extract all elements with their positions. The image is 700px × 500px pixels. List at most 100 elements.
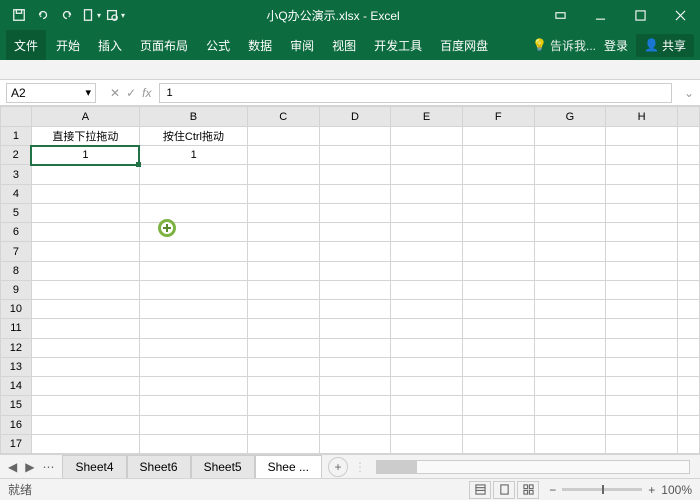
cell[interactable]	[247, 242, 319, 261]
cell[interactable]	[606, 357, 678, 376]
cell[interactable]	[31, 165, 139, 184]
cell[interactable]	[139, 338, 247, 357]
cell[interactable]	[139, 184, 247, 203]
cell[interactable]	[31, 261, 139, 280]
cell[interactable]	[139, 261, 247, 280]
cell[interactable]	[534, 377, 606, 396]
cell[interactable]	[462, 146, 534, 165]
cell[interactable]	[606, 377, 678, 396]
cell[interactable]	[534, 146, 606, 165]
cell[interactable]	[139, 434, 247, 453]
cell[interactable]	[139, 300, 247, 319]
select-all-corner[interactable]	[1, 107, 32, 127]
cell[interactable]	[391, 319, 463, 338]
view-normal-icon[interactable]	[469, 481, 491, 499]
cell[interactable]	[247, 338, 319, 357]
cell[interactable]	[247, 203, 319, 222]
cell[interactable]	[462, 319, 534, 338]
cell[interactable]	[31, 319, 139, 338]
cell[interactable]	[462, 242, 534, 261]
close-icon[interactable]	[660, 0, 700, 30]
cell[interactable]	[319, 300, 391, 319]
cell[interactable]	[247, 319, 319, 338]
cell[interactable]	[606, 261, 678, 280]
tab-home[interactable]: 开始	[48, 30, 88, 60]
cell[interactable]	[462, 357, 534, 376]
cell[interactable]	[247, 434, 319, 453]
row-header[interactable]: 11	[1, 319, 32, 338]
cell[interactable]	[391, 184, 463, 203]
cell[interactable]	[247, 415, 319, 434]
cell[interactable]	[534, 300, 606, 319]
cancel-formula-icon[interactable]: ✕	[110, 86, 120, 100]
cell[interactable]	[391, 203, 463, 222]
sheet-tab[interactable]: Sheet6	[127, 455, 191, 478]
cell[interactable]	[319, 357, 391, 376]
tab-formulas[interactable]: 公式	[198, 30, 238, 60]
cell[interactable]	[319, 127, 391, 146]
sheet-tab[interactable]: Sheet5	[191, 455, 255, 478]
column-header[interactable]: E	[391, 107, 463, 127]
row-header[interactable]: 10	[1, 300, 32, 319]
cell[interactable]	[391, 357, 463, 376]
cell[interactable]	[391, 415, 463, 434]
tab-developer[interactable]: 开发工具	[366, 30, 430, 60]
row-header[interactable]: 9	[1, 280, 32, 299]
fx-icon[interactable]: fx	[142, 86, 151, 100]
cell[interactable]	[139, 280, 247, 299]
cell[interactable]	[462, 377, 534, 396]
cell[interactable]	[462, 127, 534, 146]
cell[interactable]	[391, 280, 463, 299]
row-header[interactable]: 4	[1, 184, 32, 203]
cell[interactable]	[139, 415, 247, 434]
cell[interactable]	[31, 223, 139, 242]
row-header[interactable]: 5	[1, 203, 32, 222]
sheet-nav-next-icon[interactable]: ▶	[25, 460, 34, 474]
cell[interactable]	[391, 338, 463, 357]
cell[interactable]	[319, 261, 391, 280]
cell[interactable]: 直接下拉拖动	[31, 127, 139, 146]
tab-baidu[interactable]: 百度网盘	[432, 30, 496, 60]
cell[interactable]	[247, 300, 319, 319]
cell[interactable]	[606, 434, 678, 453]
tab-data[interactable]: 数据	[240, 30, 280, 60]
spreadsheet-grid[interactable]: ABCDEFGH1直接下拉拖动按住Ctrl拖动21134567891011121…	[0, 106, 700, 454]
zoom-level[interactable]: 100%	[661, 483, 692, 497]
name-box[interactable]: A2▾	[6, 83, 96, 103]
cell[interactable]	[319, 434, 391, 453]
cell[interactable]	[606, 146, 678, 165]
cell[interactable]	[247, 377, 319, 396]
cell[interactable]	[391, 300, 463, 319]
cell[interactable]	[462, 184, 534, 203]
cell[interactable]	[462, 223, 534, 242]
cell[interactable]	[319, 396, 391, 415]
cell[interactable]	[391, 146, 463, 165]
tab-view[interactable]: 视图	[324, 30, 364, 60]
cell[interactable]	[462, 415, 534, 434]
cell[interactable]	[534, 223, 606, 242]
cell[interactable]	[319, 338, 391, 357]
column-header[interactable]: G	[534, 107, 606, 127]
cell[interactable]	[139, 396, 247, 415]
sheet-tab[interactable]: Sheet4	[62, 455, 126, 478]
cell[interactable]	[391, 223, 463, 242]
tab-layout[interactable]: 页面布局	[132, 30, 196, 60]
cell[interactable]	[606, 338, 678, 357]
sheet-nav-prev-icon[interactable]: ◀	[8, 460, 17, 474]
zoom-in-icon[interactable]: +	[648, 483, 655, 497]
cell[interactable]	[247, 396, 319, 415]
tell-me[interactable]: 💡告诉我...	[532, 37, 596, 54]
cell[interactable]	[319, 415, 391, 434]
cell[interactable]	[319, 184, 391, 203]
tab-file[interactable]: 文件	[6, 30, 46, 60]
row-header[interactable]: 17	[1, 434, 32, 453]
row-header[interactable]: 14	[1, 377, 32, 396]
row-header[interactable]: 2	[1, 146, 32, 165]
cell[interactable]	[534, 357, 606, 376]
maximize-icon[interactable]	[620, 0, 660, 30]
zoom-control[interactable]: − + 100%	[549, 483, 692, 497]
cell[interactable]	[391, 127, 463, 146]
cell[interactable]	[534, 415, 606, 434]
row-header[interactable]: 8	[1, 261, 32, 280]
column-header[interactable]: A	[31, 107, 139, 127]
